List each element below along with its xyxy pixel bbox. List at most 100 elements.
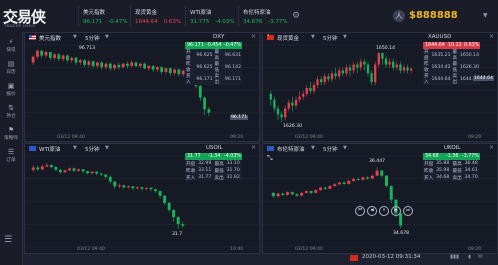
candle-body [173, 69, 176, 74]
quote-price: 31.77 [187, 154, 201, 159]
quote-change: 10.22 [448, 43, 462, 48]
quote-row: 买入 31.77 卖出 31.82 [185, 174, 242, 181]
candle-body [44, 52, 48, 56]
skip-back-button[interactable]: ⏮ [355, 206, 365, 216]
calendar-icon: ▤ [7, 60, 15, 68]
expand-icon[interactable]: ⤡ [267, 154, 273, 163]
step-forward-button[interactable]: ▶ [391, 206, 401, 216]
quote-field-label: 开盘 [186, 50, 191, 61]
sidebar-item-calendar[interactable]: ▤ 日历 [0, 60, 22, 75]
quote-field-value: 33.10 [226, 161, 240, 166]
sidebar-item-label: 报价 [6, 92, 16, 97]
sidebar: ⚡ 快讯 ▤ 日历 ▣ 报价 ⇅ 持仓 ⚑ 策略师 ☰ 订单 ☰ [0, 32, 23, 265]
chart-panel-gold[interactable]: 现货黄金 ▼ 5分钟 ▼ XAUUSD × 1644.64 10.22 0.63… [262, 32, 498, 142]
candle-body [131, 186, 135, 189]
quote-field-label: 卖出 [452, 175, 462, 181]
candle-body [381, 52, 384, 59]
candle-body [68, 168, 71, 171]
volume-icon[interactable]: ◖ [468, 254, 471, 260]
candle-body [168, 68, 172, 74]
account-balance[interactable]: 人 $888888 ▼ [393, 9, 493, 24]
quote-field-label: 最低 [452, 168, 462, 174]
candle-body [53, 54, 56, 58]
candle-body [160, 67, 164, 72]
candle-body [122, 185, 126, 188]
candle-body [406, 67, 409, 71]
ticker-brent[interactable]: 布伦特原油 34.678 -3.77% [238, 6, 293, 26]
ticker-name: 美元指数 [83, 10, 106, 16]
quote-field-value: 1635.21 [431, 52, 451, 58]
chart-panel-brent[interactable]: 布伦特原油 ▼ 5分钟 ▼ UKOIL × 34.68 -1.36 -3.77%… [262, 143, 498, 254]
candle-body [395, 64, 398, 68]
menu-icon[interactable]: ☰ [4, 235, 12, 245]
candle-body [91, 61, 95, 67]
candle-body [177, 69, 181, 75]
chart-panel-dxy[interactable]: 美元指数 ▼ 5分钟 ▼ DXY × 96.171 -0.454 -0.47% … [24, 32, 260, 142]
ticker-gold[interactable]: 现货黄金 1644.64 0.63% [130, 6, 185, 26]
candle-body [273, 99, 276, 109]
chat-icon[interactable]: ✉ [478, 254, 483, 260]
sidebar-item-quotes[interactable]: ▣ 报价 [0, 82, 22, 97]
quote-change: -1.34 [208, 154, 221, 159]
candle-body [40, 50, 44, 56]
ticker-name: 布伦特原油 [243, 10, 271, 16]
quote-field-label: 最高 [214, 50, 220, 61]
candle-body [281, 193, 285, 195]
ticker-change: -4.03% [215, 19, 235, 25]
candle-body [302, 93, 305, 97]
candle-body [271, 192, 275, 197]
candle-body [352, 64, 355, 71]
candle-body [81, 169, 85, 172]
ticker-dxy[interactable]: 美元指数 96.171 -0.47% [78, 6, 131, 26]
quote-table: 开盘 96.625 最高 96.631 昨收 96.625 最低 96.142 买入 96.171… [185, 49, 242, 85]
quote-percent: -3.77% [462, 154, 479, 159]
candle-body [356, 64, 359, 68]
sidebar-item-label: 持仓 [6, 114, 16, 119]
ticker-change: -3.77% [268, 19, 288, 25]
quote-change: -1.36 [446, 154, 459, 159]
quote-row: 开盘 96.625 最高 96.631 [185, 49, 242, 61]
candle-body [121, 63, 125, 68]
step-back-button[interactable]: ◀ [367, 206, 377, 216]
quote-field-value: 96.625 [196, 64, 213, 70]
candle-body [48, 52, 52, 58]
quote-field-value: 96.171 [196, 76, 213, 82]
ticker-price: 34.678 [243, 19, 263, 25]
sidebar-item-label: 日历 [6, 70, 16, 75]
quote-field-value: 34.61 [464, 168, 478, 173]
quote-row: 买入 34.68 卖出 34.70 [423, 174, 480, 181]
candle-body [66, 55, 69, 61]
quote-field-value: 1650.14 [460, 52, 479, 58]
orders-icon: ☰ [7, 148, 15, 156]
candle-body [70, 57, 74, 61]
quote-row: 开盘 35.88 最高 36.48 [423, 160, 480, 167]
chart-panel-wti[interactable]: WTI原油 ▼ 5分钟 ▼ USOIL × 31.77 -1.34 -4.03%… [24, 143, 260, 254]
candle-body [305, 88, 308, 94]
time-axis-label: 09:20 [468, 247, 482, 252]
candle-body [167, 202, 171, 210]
candle-body [361, 177, 365, 180]
low-price-label: 1626.30 [283, 124, 302, 129]
pause-button[interactable]: ⏸ [379, 206, 389, 216]
candle-body [138, 63, 142, 67]
quote-row: 开盘 32.99 最高 33.10 [185, 160, 242, 167]
sidebar-item-orders[interactable]: ☰ 订单 [0, 148, 22, 163]
candle-body [276, 193, 280, 197]
candle-body [36, 167, 40, 170]
candle-body [327, 76, 330, 80]
quote-header: 34.68 -1.36 -3.77% [423, 153, 480, 160]
sidebar-item-news[interactable]: ⚡ 快讯 [0, 38, 22, 53]
candle-body [164, 68, 168, 72]
sidebar-item-positions[interactable]: ⇅ 持仓 [0, 104, 22, 119]
quote-field-label: 最高 [452, 50, 458, 61]
candle-body [63, 170, 67, 173]
candle-body [158, 191, 162, 196]
candle-body [117, 185, 121, 187]
settings-gear-icon[interactable]: ⚙ [292, 11, 302, 21]
skip-forward-button[interactable]: ⏭ [403, 206, 413, 216]
ticker-wti[interactable]: WTI原油 31.775 -4.03% [185, 6, 238, 26]
candle-body [320, 79, 323, 83]
quote-field-label: 买入 [186, 175, 196, 181]
last-price-tag: 96.171 [230, 115, 249, 120]
sidebar-item-strategist[interactable]: ⚑ 策略师 [0, 126, 22, 141]
